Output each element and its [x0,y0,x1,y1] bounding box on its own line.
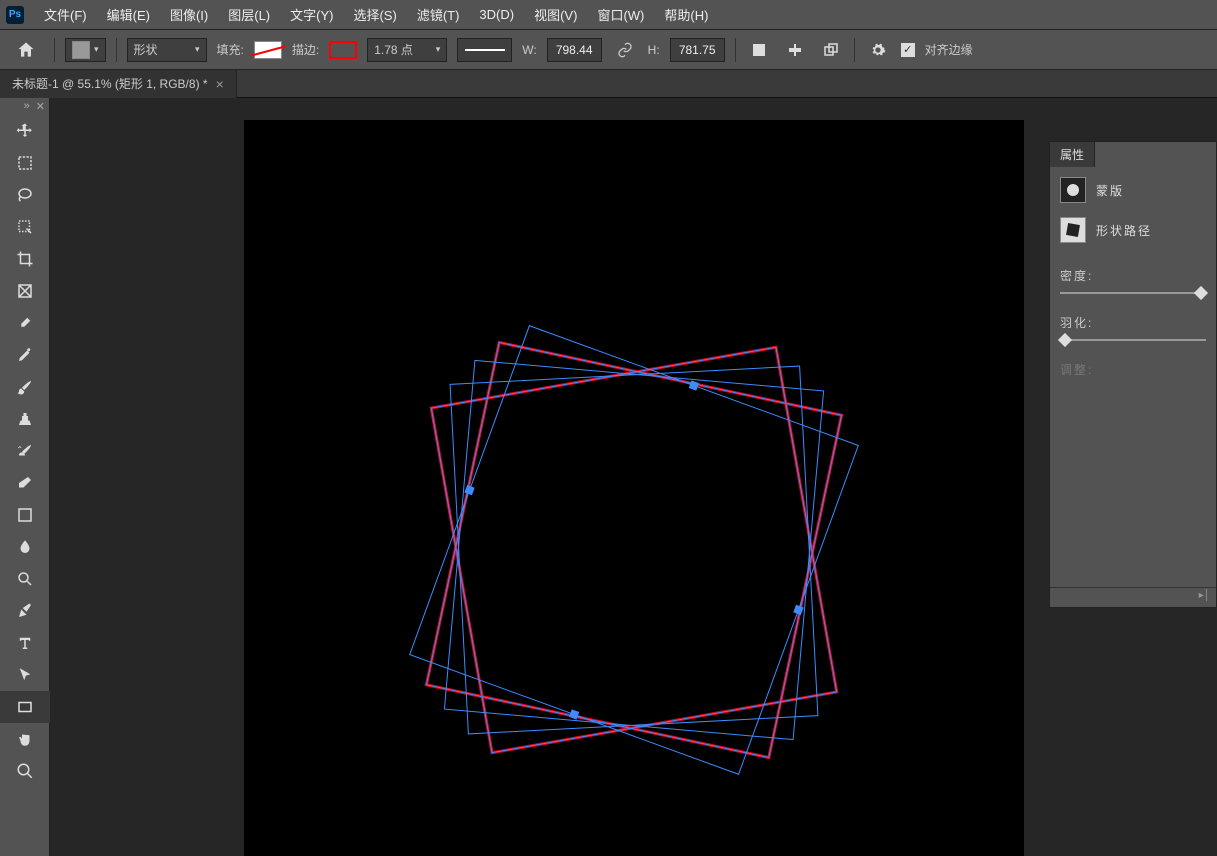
mask-row: 蒙版 [1060,177,1206,203]
feather-slider[interactable] [1060,339,1206,341]
properties-tab[interactable]: 属性 [1050,142,1095,167]
menu-help[interactable]: 帮助(H) [654,0,718,30]
separator [854,38,855,62]
type-tool[interactable] [0,627,50,659]
expand-icon[interactable]: » [24,100,30,113]
adjust-label: 调整: [1060,361,1206,378]
separator [116,38,117,62]
eyedropper-tool[interactable] [0,307,50,339]
link-dimensions-icon[interactable] [612,37,638,63]
properties-panel: 属性 蒙版 形状路径 密度: 羽化: 调整: ▸│ [1049,141,1217,608]
shape-path-icon[interactable] [1060,217,1086,243]
move-tool[interactable] [0,115,50,147]
stroke-swatch[interactable] [329,41,357,59]
menu-layer[interactable]: 图层(L) [218,0,280,30]
stroke-width-dropdown[interactable]: 1.78 点▾ [367,38,447,62]
hand-tool[interactable] [0,723,50,755]
menu-edit[interactable]: 编辑(E) [97,0,160,30]
home-button[interactable] [8,35,44,65]
path-arrangement-icon[interactable] [818,37,844,63]
document-tab-bar: 未标题-1 @ 55.1% (矩形 1, RGB/8) * × [0,70,1217,98]
stroke-label: 描边: [292,41,319,58]
tool-mode-label: 形状 [134,41,158,58]
crop-tool[interactable] [0,243,50,275]
menu-file[interactable]: 文件(F) [34,0,97,30]
fill-swatch[interactable] [254,41,282,59]
marquee-tool[interactable] [0,147,50,179]
eraser-tool[interactable] [0,467,50,499]
align-edges-label: 对齐边缘 [925,41,973,58]
panel-menu-icon[interactable]: ▸│ [1199,590,1210,605]
height-field[interactable] [670,38,725,62]
path-selection-tool[interactable] [0,659,50,691]
menu-filter[interactable]: 滤镜(T) [407,0,470,30]
panel-dock: 属性 蒙版 形状路径 密度: 羽化: 调整: ▸│ [1049,141,1217,608]
path-alignment-icon[interactable] [782,37,808,63]
panel-footer: ▸│ [1050,587,1216,607]
document-canvas[interactable] [244,120,1024,856]
pen-tool[interactable] [0,595,50,627]
document-tab-title: 未标题-1 @ 55.1% (矩形 1, RGB/8) * [12,75,208,92]
menu-type[interactable]: 文字(Y) [280,0,343,30]
rectangle-tool[interactable] [0,691,50,723]
feather-label: 羽化: [1060,314,1206,331]
close-icon[interactable]: ✕ [36,100,45,113]
shape-path-label: 形状路径 [1096,222,1152,239]
tool-mode-dropdown[interactable]: 形状▾ [127,38,207,62]
gradient-tool[interactable] [0,499,50,531]
separator [54,38,55,62]
menu-image[interactable]: 图像(I) [160,0,218,30]
height-label: H: [648,43,660,57]
shape-path-row: 形状路径 [1060,217,1206,243]
gear-icon[interactable] [865,37,891,63]
brush-tool[interactable] [0,371,50,403]
dodge-tool[interactable] [0,563,50,595]
stroke-width-value: 1.78 点 [374,41,413,58]
stroke-style-dropdown[interactable] [457,38,512,62]
width-label: W: [522,43,536,57]
menu-window[interactable]: 窗口(W) [587,0,654,30]
fill-label: 填充: [217,41,244,58]
density-slider[interactable] [1060,292,1206,294]
menu-3d[interactable]: 3D(D) [469,1,524,28]
pen-blur-tool[interactable] [0,531,50,563]
path-operations-icon[interactable] [746,37,772,63]
history-brush-tool[interactable] [0,435,50,467]
mask-icon[interactable] [1060,177,1086,203]
close-tab-icon[interactable]: × [216,76,224,92]
lasso-tool[interactable] [0,179,50,211]
separator [735,38,736,62]
width-field[interactable] [547,38,602,62]
frame-tool[interactable] [0,275,50,307]
toolbar-controls: » ✕ [0,98,49,115]
menu-view[interactable]: 视图(V) [524,0,587,30]
main-area: » ✕ [0,98,1217,856]
app-logo: Ps [6,6,24,24]
healing-brush-tool[interactable] [0,339,50,371]
mask-label: 蒙版 [1096,182,1124,199]
foreground-color-dropdown[interactable]: ▾ [65,38,106,62]
canvas-content [244,120,1024,856]
quick-selection-tool[interactable] [0,211,50,243]
zoom-tool[interactable] [0,755,50,787]
clone-stamp-tool[interactable] [0,403,50,435]
tool-palette: » ✕ [0,98,50,856]
options-bar: ▾ 形状▾ 填充: 描边: 1.78 点▾ W: H: ✓ 对齐边缘 [0,30,1217,70]
align-edges-checkbox[interactable]: ✓ [901,43,915,57]
document-tab[interactable]: 未标题-1 @ 55.1% (矩形 1, RGB/8) * × [0,70,237,98]
density-label: 密度: [1060,267,1206,284]
menu-bar: Ps 文件(F) 编辑(E) 图像(I) 图层(L) 文字(Y) 选择(S) 滤… [0,0,1217,30]
canvas-area [50,98,1217,856]
menu-select[interactable]: 选择(S) [343,0,406,30]
